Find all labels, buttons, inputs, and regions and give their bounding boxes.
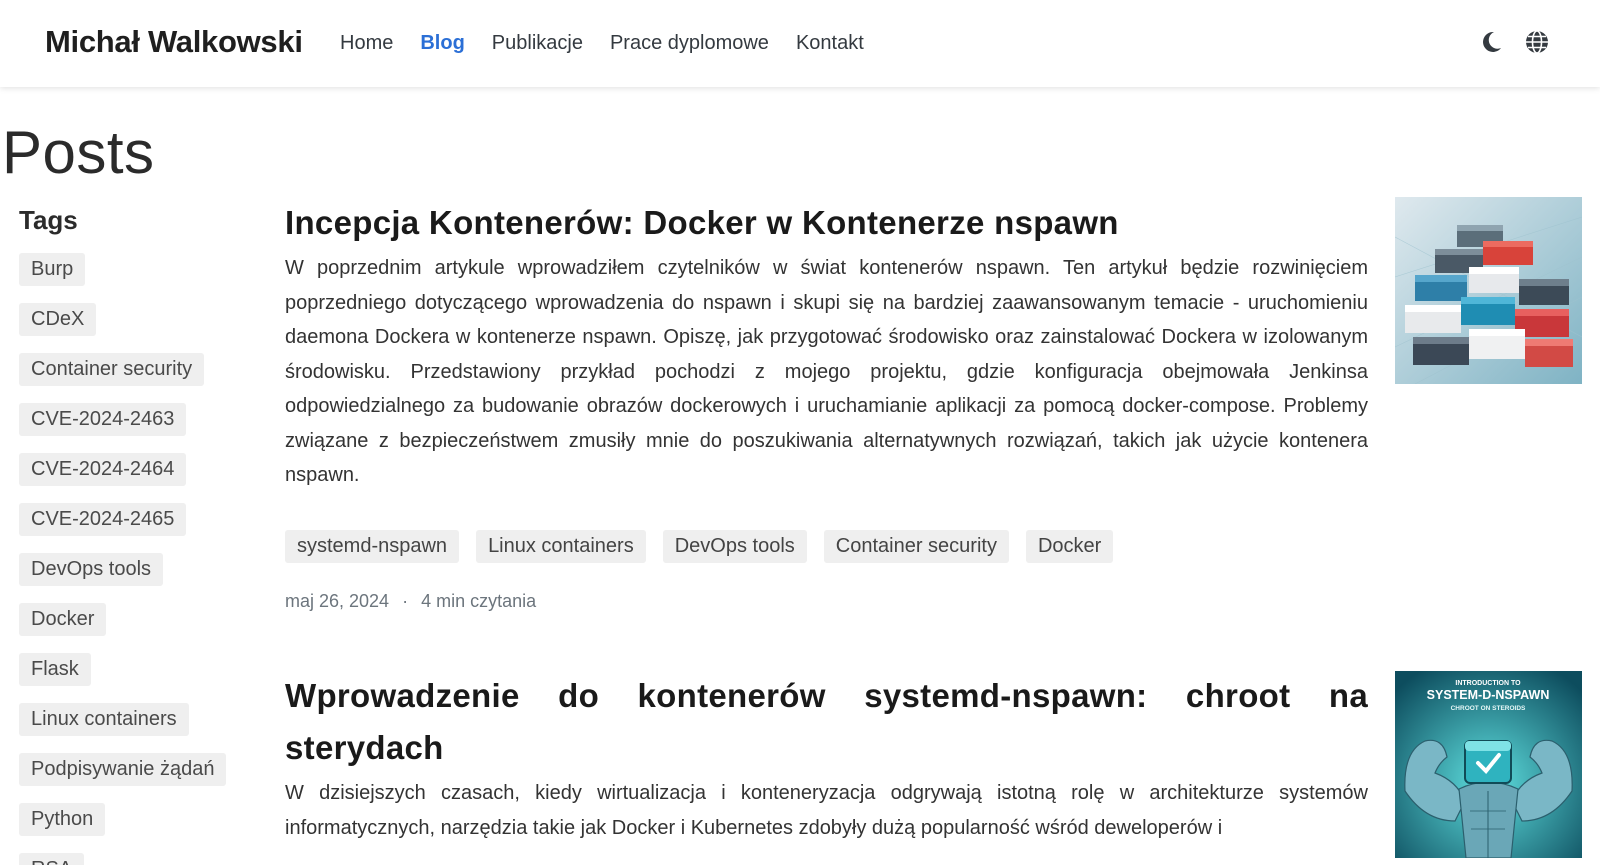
post-tag[interactable]: Container security [823,529,1009,563]
tag-docker[interactable]: Docker [19,603,107,636]
nav-home[interactable]: Home [340,32,393,55]
post-thumbnail[interactable] [1395,197,1582,384]
tag-flask[interactable]: Flask [19,653,91,686]
top-navbar: Michał Walkowski Home Blog Publikacje Pr… [0,0,1600,87]
post-reading-time: 4 min czytania [421,590,537,611]
tag-devops-tools[interactable]: DevOps tools [19,553,164,586]
post-tag[interactable]: systemd-nspawn [285,529,460,563]
nspawn-poster-image: INTRODUCTION TO SYSTEM-D-NSPAWN CHROOT O… [1395,671,1582,858]
globe-icon[interactable] [1524,29,1550,55]
tag-burp[interactable]: Burp [19,253,86,286]
tag-cve-2024-2464[interactable]: CVE-2024-2464 [19,453,187,486]
nav-publikacje[interactable]: Publikacje [492,32,583,55]
tag-cve-2024-2465[interactable]: CVE-2024-2465 [19,503,187,536]
post-title[interactable]: Incepcja Kontenerów: Docker w Kontenerze… [285,197,1368,249]
page-title: Posts [2,119,155,186]
poster-line-1: INTRODUCTION TO [1455,680,1521,687]
nav-kontakt[interactable]: Kontakt [796,32,864,55]
post-date: maj 26, 2024 [285,590,390,611]
tag-rsa[interactable]: RSA [19,853,85,865]
post-tag[interactable]: DevOps tools [662,529,807,563]
poster-line-2: SYSTEM-D-NSPAWN [1427,688,1550,702]
tag-list: Burp CDeX Container security CVE-2024-24… [19,253,249,865]
tag-cdex[interactable]: CDeX [19,303,97,336]
post-tag[interactable]: Linux containers [476,529,646,563]
post-excerpt: W dzisiejszych czasach, kiedy wirtualiza… [285,782,1368,839]
post-tag[interactable]: Docker [1025,529,1114,563]
tags-heading: Tags [19,205,78,235]
poster-line-3: CHROOT ON STEROIDS [1451,705,1526,712]
post-body: Wprowadzenie do kontenerów systemd-nspaw… [285,670,1368,845]
tag-linux-containers[interactable]: Linux containers [19,703,189,736]
post-tags: systemd-nspawn Linux containers DevOps t… [285,529,1368,563]
post-excerpt: W poprzednim artykule wprowadziłem czyte… [285,257,1368,486]
tag-python[interactable]: Python [19,803,106,836]
nav-icons [1478,29,1570,55]
post-card: Incepcja Kontenerów: Docker w Kontenerze… [285,197,1583,612]
post-body: Incepcja Kontenerów: Docker w Kontenerze… [285,197,1368,612]
moon-icon[interactable] [1478,29,1504,55]
meta-separator: · [402,590,409,611]
nav-blog[interactable]: Blog [420,32,464,55]
tag-podpisywanie-zadan[interactable]: Podpisywanie żądań [19,753,227,786]
nav-prace-dyplomowe[interactable]: Prace dyplomowe [610,32,769,55]
site-brand[interactable]: Michał Walkowski [45,24,303,60]
container-stack-image [1395,197,1582,384]
post-card: Wprowadzenie do kontenerów systemd-nspaw… [285,670,1583,858]
post-title[interactable]: Wprowadzenie do kontenerów systemd-nspaw… [285,670,1368,774]
post-thumbnail[interactable]: INTRODUCTION TO SYSTEM-D-NSPAWN CHROOT O… [1395,671,1582,858]
tag-cve-2024-2463[interactable]: CVE-2024-2463 [19,403,187,436]
post-meta: maj 26, 2024 · 4 min czytania [285,591,1368,612]
main-nav: Home Blog Publikacje Prace dyplomowe Kon… [340,32,891,55]
tag-container-security[interactable]: Container security [19,353,205,386]
